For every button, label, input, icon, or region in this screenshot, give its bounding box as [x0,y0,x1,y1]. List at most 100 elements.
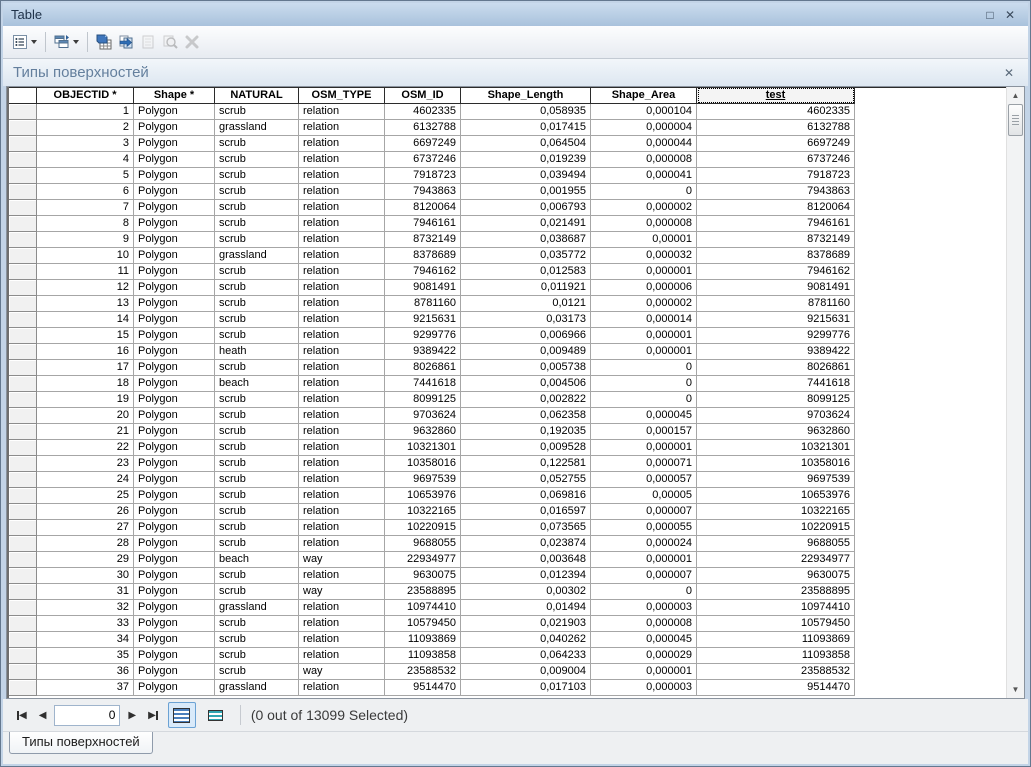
table-cell[interactable]: scrub [215,232,299,248]
table-cell[interactable]: 9630075 [385,568,461,584]
table-cell[interactable]: scrub [215,328,299,344]
table-cell[interactable]: 10322165 [697,504,855,520]
table-cell[interactable]: 22934977 [697,552,855,568]
table-cell[interactable]: scrub [215,520,299,536]
table-cell[interactable]: 0,000044 [591,136,697,152]
table-cell[interactable]: 14 [37,312,134,328]
table-cell[interactable]: 9 [37,232,134,248]
table-cell[interactable]: 10220915 [385,520,461,536]
table-cell[interactable]: 0,000008 [591,616,697,632]
table-cell[interactable]: 0,040262 [461,632,591,648]
bottom-tab[interactable]: Типы поверхностей [9,732,153,754]
table-cell[interactable]: 13 [37,296,134,312]
table-cell[interactable]: Polygon [134,440,215,456]
table-cell[interactable]: 6737246 [385,152,461,168]
row-selector[interactable] [9,664,37,680]
table-cell[interactable]: 8099125 [697,392,855,408]
table-cell[interactable]: relation [299,456,385,472]
table-cell[interactable]: 23588895 [385,584,461,600]
table-cell[interactable]: 0,035772 [461,248,591,264]
table-cell[interactable]: 0,023874 [461,536,591,552]
table-cell[interactable]: 4 [37,152,134,168]
table-cell[interactable]: 9632860 [697,424,855,440]
table-cell[interactable]: Polygon [134,152,215,168]
table-cell[interactable]: grassland [215,680,299,696]
table-cell[interactable]: Polygon [134,664,215,680]
related-tables-dropdown-caret[interactable] [73,40,79,44]
table-cell[interactable]: 9389422 [385,344,461,360]
table-cell[interactable]: 23588895 [697,584,855,600]
row-selector[interactable] [9,472,37,488]
table-cell[interactable]: 9703624 [385,408,461,424]
table-cell[interactable]: relation [299,136,385,152]
table-cell[interactable]: 5 [37,168,134,184]
table-cell[interactable]: 9514470 [697,680,855,696]
table-cell[interactable]: scrub [215,408,299,424]
table-cell[interactable]: 9632860 [385,424,461,440]
table-cell[interactable]: 6132788 [697,120,855,136]
table-cell[interactable]: 9514470 [385,680,461,696]
table-cell[interactable]: 0,002822 [461,392,591,408]
table-cell[interactable]: relation [299,328,385,344]
table-cell[interactable]: 7441618 [697,376,855,392]
table-cell[interactable]: Polygon [134,312,215,328]
table-cell[interactable]: Polygon [134,168,215,184]
table-cell[interactable]: relation [299,408,385,424]
table-cell[interactable]: 0,000041 [591,168,697,184]
table-cell[interactable]: 0,000006 [591,280,697,296]
table-cell[interactable]: 0,000045 [591,408,697,424]
table-cell[interactable]: relation [299,184,385,200]
table-cell[interactable]: 0,000007 [591,568,697,584]
table-cell[interactable]: relation [299,648,385,664]
row-selector[interactable] [9,632,37,648]
row-selector[interactable] [9,136,37,152]
switch-selection-button[interactable] [116,31,136,53]
row-selector[interactable] [9,520,37,536]
table-cell[interactable]: 0 [591,184,697,200]
table-cell[interactable]: 9688055 [385,536,461,552]
table-cell[interactable]: 36 [37,664,134,680]
first-record-button[interactable]: ◀ [13,705,31,725]
table-cell[interactable]: 9299776 [385,328,461,344]
table-cell[interactable]: 0,000157 [591,424,697,440]
table-cell[interactable]: 0,064504 [461,136,591,152]
table-cell[interactable]: 7441618 [385,376,461,392]
table-cell[interactable]: 10321301 [385,440,461,456]
table-cell[interactable]: relation [299,312,385,328]
table-cell[interactable]: relation [299,616,385,632]
table-cell[interactable]: 3 [37,136,134,152]
show-all-records-button[interactable] [168,702,196,728]
table-cell[interactable]: 10974410 [385,600,461,616]
table-cell[interactable]: Polygon [134,488,215,504]
table-cell[interactable]: 12 [37,280,134,296]
table-cell[interactable]: scrub [215,296,299,312]
table-cell[interactable]: 0,00302 [461,584,591,600]
table-cell[interactable]: 17 [37,360,134,376]
row-selector[interactable] [9,248,37,264]
row-selector[interactable] [9,680,37,696]
table-cell[interactable]: 10322165 [385,504,461,520]
table-cell[interactable]: 9299776 [697,328,855,344]
table-cell[interactable]: 8732149 [697,232,855,248]
title-bar[interactable]: Table □ ✕ [3,3,1028,26]
table-cell[interactable]: 4602335 [385,104,461,120]
table-cell[interactable]: 0,000002 [591,296,697,312]
table-cell[interactable]: 0,000008 [591,152,697,168]
table-cell[interactable]: 11093858 [697,648,855,664]
table-cell[interactable]: relation [299,392,385,408]
row-selector[interactable] [9,312,37,328]
table-cell[interactable]: way [299,584,385,600]
table-cell[interactable]: beach [215,552,299,568]
table-cell[interactable]: 0,006966 [461,328,591,344]
row-selector[interactable] [9,440,37,456]
table-cell[interactable]: 0,122581 [461,456,591,472]
table-cell[interactable]: 0,000001 [591,328,697,344]
table-cell[interactable]: 0,009004 [461,664,591,680]
row-selector[interactable] [9,232,37,248]
table-cell[interactable]: 0,000002 [591,200,697,216]
table-cell[interactable]: scrub [215,504,299,520]
table-cell[interactable]: 0 [591,360,697,376]
table-cell[interactable]: Polygon [134,472,215,488]
table-cell[interactable]: Polygon [134,376,215,392]
column-header[interactable]: OBJECTID * [37,87,134,104]
